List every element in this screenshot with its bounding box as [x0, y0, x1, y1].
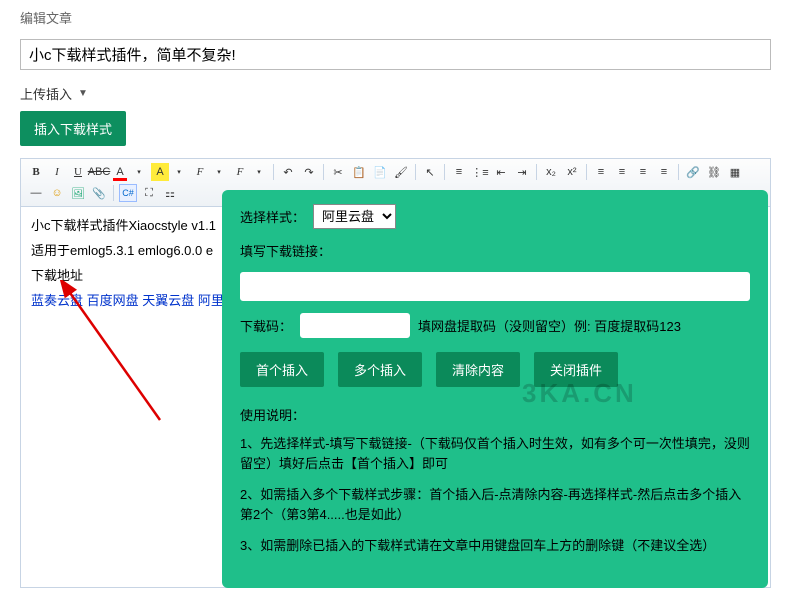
insert-download-style-button[interactable]: 插入下载样式 [20, 111, 126, 146]
close-plugin-button[interactable]: 关闭插件 [534, 352, 618, 387]
instruction-item: 1、先选择样式-填写下载链接-（下载码仅首个插入时生效，如有多个可一次性填完，没… [240, 434, 750, 473]
cursor-icon[interactable]: ↖ [421, 163, 439, 181]
table-icon[interactable]: ▦ [726, 163, 744, 181]
subscript-icon[interactable]: x₂ [542, 163, 560, 181]
code-icon[interactable]: C# [119, 184, 137, 202]
align-right-icon[interactable]: ≡ [634, 163, 652, 181]
paste-icon[interactable]: 📋 [350, 163, 368, 181]
italic-icon[interactable]: I [48, 163, 66, 181]
dropdown-icon[interactable]: ▾ [170, 163, 188, 181]
align-justify-icon[interactable]: ≡ [655, 163, 673, 181]
highlight-icon[interactable]: A [151, 163, 169, 181]
superscript-icon[interactable]: x² [563, 163, 581, 181]
multi-insert-button[interactable]: 多个插入 [338, 352, 422, 387]
ordered-list-icon[interactable]: ≡ [450, 163, 468, 181]
brush-icon[interactable]: 🖌 [392, 163, 410, 181]
strikethrough-icon[interactable]: ABC [90, 163, 108, 181]
code-input-label: 下载码： [240, 316, 292, 335]
align-left-icon[interactable]: ≡ [592, 163, 610, 181]
page-title: 编辑文章 [20, 8, 771, 27]
first-insert-button[interactable]: 首个插入 [240, 352, 324, 387]
copy-icon[interactable]: 📄 [371, 163, 389, 181]
download-code-input[interactable] [300, 313, 410, 338]
undo-icon[interactable]: ↶ [279, 163, 297, 181]
download-style-plugin-panel: 选择样式： 阿里云盘 填写下载链接： 下载码： 填网盘提取码（没则留空）例: 百… [222, 190, 768, 588]
download-link-input[interactable] [240, 272, 750, 301]
dropdown-icon[interactable]: ▾ [210, 163, 228, 181]
instructions-title: 使用说明： [240, 405, 750, 424]
article-title-input[interactable] [20, 39, 771, 70]
source-icon[interactable]: ⚏ [161, 184, 179, 202]
unordered-list-icon[interactable]: ⋮≡ [471, 163, 489, 181]
instruction-item: 3、如需删除已插入的下载样式请在文章中用键盘回车上方的删除键（不建议全选） [240, 536, 750, 556]
dropdown-icon[interactable]: ▾ [250, 163, 268, 181]
attachment-icon[interactable]: 📎 [90, 184, 108, 202]
dropdown-icon[interactable]: ▾ [130, 163, 148, 181]
hr-icon[interactable]: — [27, 184, 45, 202]
link-input-label: 填写下载链接： [240, 241, 331, 260]
image-icon[interactable]: 🖼 [69, 184, 87, 202]
align-center-icon[interactable]: ≡ [613, 163, 631, 181]
link-icon[interactable]: 🔗 [684, 163, 702, 181]
font-family-icon[interactable]: F [191, 163, 209, 181]
style-select-label: 选择样式： [240, 207, 305, 226]
cut-icon[interactable]: ✂ [329, 163, 347, 181]
caret-down-icon[interactable]: ▼ [78, 88, 88, 99]
outdent-icon[interactable]: ⇤ [492, 163, 510, 181]
unlink-icon[interactable]: ⛓ [705, 163, 723, 181]
instruction-item: 2、如需插入多个下载样式步骤：首个插入后-点清除内容-再选择样式-然后点击多个插… [240, 485, 750, 524]
emoji-icon[interactable]: ☺ [48, 184, 66, 202]
code-hint-text: 填网盘提取码（没则留空）例: 百度提取码123 [418, 316, 681, 335]
font-size-icon[interactable]: F [231, 163, 249, 181]
indent-icon[interactable]: ⇥ [513, 163, 531, 181]
bold-icon[interactable]: B [27, 163, 45, 181]
font-color-icon[interactable]: A [111, 163, 129, 181]
style-select[interactable]: 阿里云盘 [313, 204, 396, 229]
upload-insert-label[interactable]: 上传插入 [20, 84, 72, 103]
redo-icon[interactable]: ↷ [300, 163, 318, 181]
clear-content-button[interactable]: 清除内容 [436, 352, 520, 387]
underline-icon[interactable]: U [69, 163, 87, 181]
fullscreen-icon[interactable]: ⛶ [140, 184, 158, 202]
